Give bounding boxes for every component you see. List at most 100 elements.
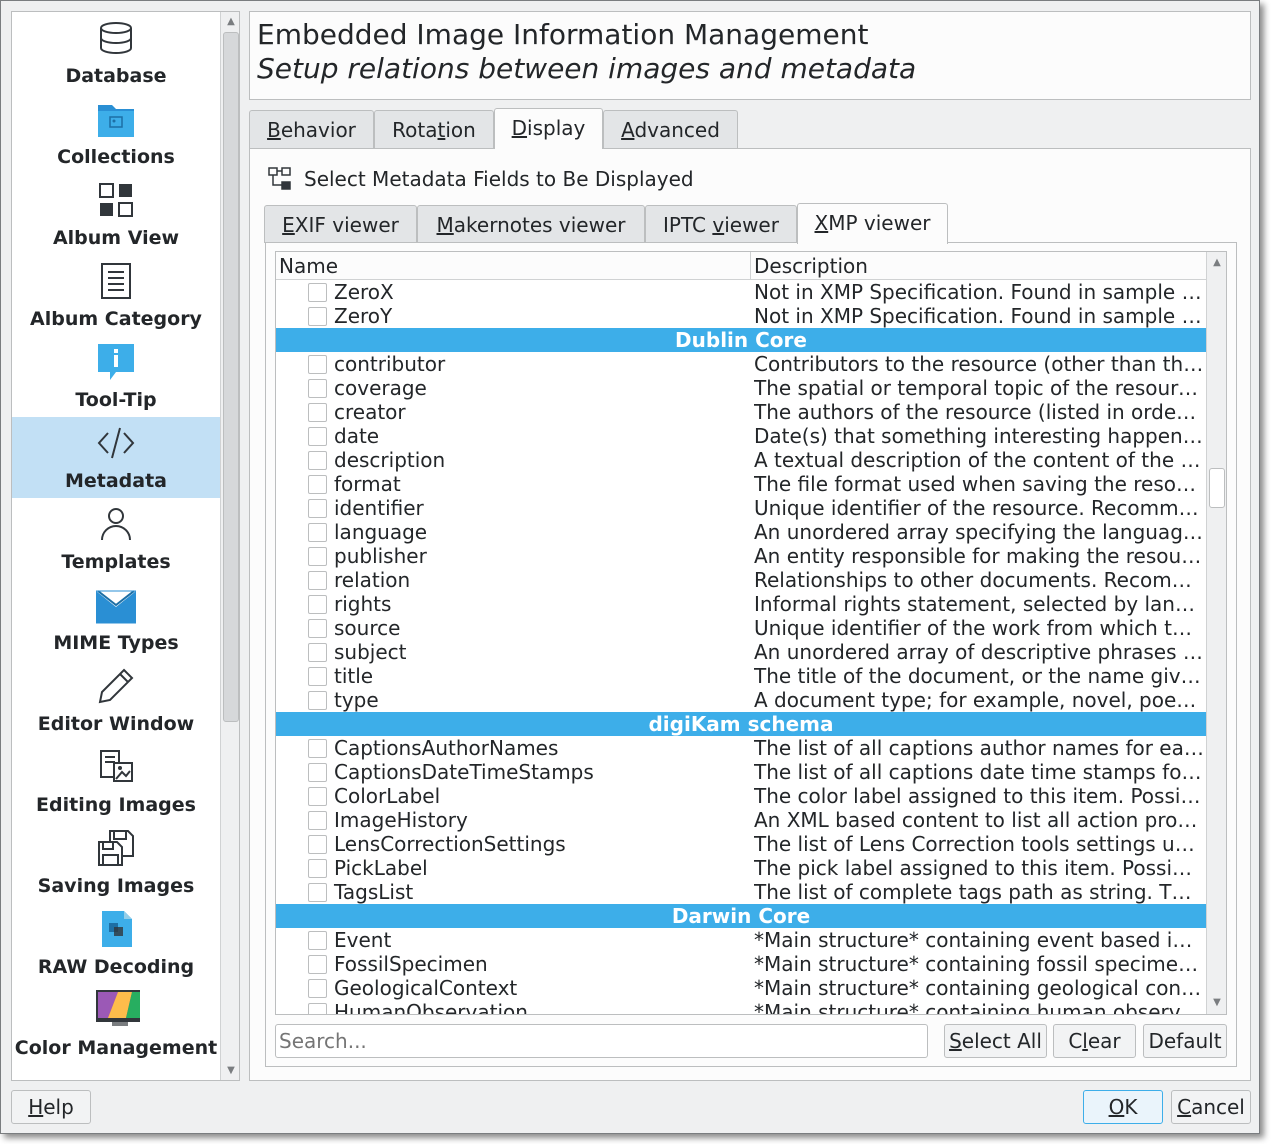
table-row[interactable]: type A document type; for example, novel,… (276, 688, 1206, 712)
table-row[interactable]: date Date(s) that something interesting h… (276, 424, 1206, 448)
sidebar-item-editor-window[interactable]: Editor Window (12, 660, 220, 741)
scroll-up-arrow-icon[interactable]: ▲ (1210, 256, 1224, 270)
default-button[interactable]: Default (1143, 1024, 1227, 1058)
table-scrollbar[interactable]: ▲ ▼ (1206, 252, 1226, 1014)
column-header-name[interactable]: Name (276, 252, 750, 280)
select-all-button[interactable]: Select All (944, 1024, 1047, 1058)
code-icon (97, 427, 135, 459)
tab-xmp-viewer[interactable]: XMP viewer (797, 203, 948, 244)
field-checkbox[interactable] (308, 451, 327, 470)
table-row[interactable]: CaptionsDateTimeStamps The list of all ca… (276, 760, 1206, 784)
field-checkbox[interactable] (308, 547, 327, 566)
group-header-row[interactable]: digiKam schema (276, 712, 1206, 736)
table-row[interactable]: format The file format used when saving t… (276, 472, 1206, 496)
sidebar-scrollbar[interactable]: ▲ ▼ (220, 12, 239, 1080)
field-checkbox[interactable] (308, 979, 327, 998)
field-checkbox[interactable] (308, 763, 327, 782)
field-checkbox[interactable] (308, 1003, 327, 1014)
sidebar-item-metadata[interactable]: Metadata (12, 417, 220, 498)
field-checkbox[interactable] (308, 475, 327, 494)
table-row[interactable]: ImageHistory An XML based content to list… (276, 808, 1206, 832)
scrollbar-thumb[interactable] (1209, 468, 1225, 508)
sidebar-item-templates[interactable]: Templates (12, 498, 220, 579)
table-row[interactable]: title The title of the document, or the n… (276, 664, 1206, 688)
table-row[interactable]: HumanObservation *Main structure* contain… (276, 1000, 1206, 1014)
field-name: rights (334, 592, 392, 616)
field-checkbox[interactable] (308, 355, 327, 374)
field-checkbox[interactable] (308, 667, 327, 686)
field-checkbox[interactable] (308, 379, 327, 398)
field-checkbox[interactable] (308, 931, 327, 950)
table-row[interactable]: description A textual description of the … (276, 448, 1206, 472)
table-row[interactable]: PickLabel The pick label assigned to this… (276, 856, 1206, 880)
sidebar-item-database[interactable]: Database (12, 12, 220, 93)
clear-button[interactable]: Clear (1053, 1024, 1136, 1058)
table-row[interactable]: subject An unordered array of descriptive… (276, 640, 1206, 664)
tab-makernotes-viewer[interactable]: Makernotes viewer (417, 205, 645, 243)
table-row[interactable]: CaptionsAuthorNames The list of all capti… (276, 736, 1206, 760)
sidebar-item-tool-tip[interactable]: Tool-Tip (12, 336, 220, 417)
field-checkbox[interactable] (308, 691, 327, 710)
sidebar-item-color-management[interactable]: Color Management (12, 984, 220, 1065)
scrollbar-thumb[interactable] (223, 32, 239, 722)
field-checkbox[interactable] (308, 859, 327, 878)
cancel-button[interactable]: Cancel (1171, 1090, 1251, 1124)
field-checkbox[interactable] (308, 403, 327, 422)
field-checkbox[interactable] (308, 835, 327, 854)
tab-iptc-viewer[interactable]: IPTC viewer (645, 205, 797, 243)
field-checkbox[interactable] (308, 571, 327, 590)
table-row[interactable]: identifier Unique identifier of the resou… (276, 496, 1206, 520)
tab-label: MP viewer (828, 211, 931, 235)
help-button[interactable]: Help (11, 1090, 91, 1124)
table-row[interactable]: creator The authors of the resource (list… (276, 400, 1206, 424)
table-row[interactable]: LensCorrectionSettings The list of Lens C… (276, 832, 1206, 856)
table-row[interactable]: source Unique identifier of the work from… (276, 616, 1206, 640)
tab-rotation[interactable]: Rotation (374, 110, 494, 148)
table-row[interactable]: language An unordered array specifying th… (276, 520, 1206, 544)
field-checkbox[interactable] (308, 619, 327, 638)
tab-advanced[interactable]: Advanced (603, 110, 738, 148)
tab-display[interactable]: Display (494, 108, 603, 149)
search-input[interactable] (275, 1024, 928, 1058)
field-checkbox[interactable] (308, 283, 327, 302)
ok-button[interactable]: OK (1083, 1090, 1163, 1124)
scroll-up-arrow-icon[interactable]: ▲ (224, 15, 238, 29)
group-header-row[interactable]: Darwin Core (276, 904, 1206, 928)
table-row[interactable]: ZeroX Not in XMP Specification. Found in … (276, 280, 1206, 304)
field-checkbox[interactable] (308, 955, 327, 974)
table-row[interactable]: FossilSpecimen *Main structure* containin… (276, 952, 1206, 976)
tab-exif-viewer[interactable]: EXIF viewer (264, 205, 417, 243)
field-checkbox[interactable] (308, 787, 327, 806)
field-checkbox[interactable] (308, 499, 327, 518)
field-checkbox[interactable] (308, 523, 327, 542)
table-row[interactable]: relation Relationships to other documents… (276, 568, 1206, 592)
table-row[interactable]: publisher An entity responsible for makin… (276, 544, 1206, 568)
sidebar-item-mime-types[interactable]: MIME Types (12, 579, 220, 660)
field-checkbox[interactable] (308, 307, 327, 326)
table-row[interactable]: contributor Contributors to the resource … (276, 352, 1206, 376)
scroll-down-arrow-icon[interactable]: ▼ (1210, 996, 1224, 1010)
table-row[interactable]: TagsList The list of complete tags path a… (276, 880, 1206, 904)
field-checkbox[interactable] (308, 595, 327, 614)
table-row[interactable]: coverage The spatial or temporal topic of… (276, 376, 1206, 400)
column-header-description[interactable]: Description (750, 252, 1206, 280)
table-row[interactable]: rights Informal rights statement, selecte… (276, 592, 1206, 616)
field-checkbox[interactable] (308, 811, 327, 830)
field-checkbox[interactable] (308, 427, 327, 446)
sidebar-item-saving-images[interactable]: Saving Images (12, 822, 220, 903)
sidebar-item-album-category[interactable]: Album Category (12, 255, 220, 336)
group-header-row[interactable]: Dublin Core (276, 328, 1206, 352)
field-checkbox[interactable] (308, 739, 327, 758)
table-row[interactable]: ColorLabel The color label assigned to th… (276, 784, 1206, 808)
sidebar-item-editing-images[interactable]: Editing Images (12, 741, 220, 822)
sidebar-item-album-view[interactable]: Album View (12, 174, 220, 255)
sidebar-item-raw-decoding[interactable]: RAW Decoding (12, 903, 220, 984)
table-row[interactable]: GeologicalContext *Main structure* contai… (276, 976, 1206, 1000)
field-checkbox[interactable] (308, 643, 327, 662)
sidebar-item-collections[interactable]: Collections (12, 93, 220, 174)
tab-behavior[interactable]: Behavior (249, 110, 374, 148)
table-row[interactable]: ZeroY Not in XMP Specification. Found in … (276, 304, 1206, 328)
table-row[interactable]: Event *Main structure* containing event b… (276, 928, 1206, 952)
scroll-down-arrow-icon[interactable]: ▼ (224, 1064, 238, 1078)
field-checkbox[interactable] (308, 883, 327, 902)
